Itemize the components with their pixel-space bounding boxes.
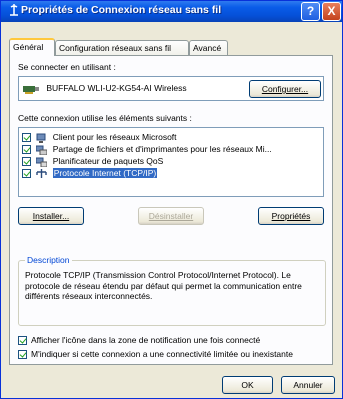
tab-wireless-networks[interactable]: Configuration réseaux sans fil [55, 40, 189, 55]
tab-advanced[interactable]: Avancé [189, 40, 228, 55]
show-icon-option[interactable]: Afficher l'icône dans la zone de notific… [18, 335, 311, 346]
properties-dialog: Propriétés de Connexion réseau sans fil … [0, 0, 343, 399]
list-item[interactable]: Client pour les réseaux Microsoft [22, 131, 177, 143]
file-printer-sharing-icon [35, 145, 48, 156]
title-bar[interactable]: Propriétés de Connexion réseau sans fil … [1, 1, 342, 22]
list-item[interactable]: Planificateur de paquets QoS [22, 155, 164, 168]
qos-scheduler-icon [35, 157, 48, 168]
install-button-label: Installer... [32, 211, 70, 221]
notify-limited-label: M'indiquer si cette connexion a une conn… [31, 349, 293, 359]
help-button[interactable]: ? [301, 2, 320, 21]
list-item-selected[interactable]: Protocole Internet (TCP/IP) [22, 167, 158, 179]
item-label: Protocole Internet (TCP/IP) [52, 168, 158, 178]
item-label: Client pour les réseaux Microsoft [52, 132, 177, 142]
properties-button[interactable]: Propriétés [258, 207, 324, 225]
uninstall-button-label: Désinstaller [148, 211, 194, 221]
show-icon-checkbox[interactable] [18, 336, 27, 345]
uninstall-button[interactable]: Désinstaller [138, 207, 204, 225]
item-label: Planificateur de paquets QoS [52, 156, 164, 166]
general-panel: Se connecter en utilisant : BUFFALO WLI-… [9, 55, 333, 365]
list-item[interactable]: Partage de fichiers et d'imprimantes pou… [22, 143, 272, 156]
description-text: Protocole TCP/IP (Transmission Control P… [25, 270, 302, 301]
description-group: Description Protocole TCP/IP (Transmissi… [18, 255, 326, 326]
configure-button[interactable]: Configurer... [249, 80, 321, 98]
network-client-icon [36, 133, 47, 143]
connect-using-label: Se connecter en utilisant : [18, 62, 116, 72]
properties-button-label: Propriétés [271, 211, 311, 221]
ok-button[interactable]: OK [222, 376, 273, 394]
cancel-button[interactable]: Annuler [281, 376, 335, 394]
network-connection-icon [6, 3, 22, 19]
notify-limited-option[interactable]: M'indiquer si cette connexion a une conn… [18, 349, 311, 360]
description-title: Description [25, 255, 72, 265]
items-label: Cette connexion utilise les éléments sui… [18, 113, 192, 123]
item-checkbox[interactable] [22, 133, 31, 143]
install-button[interactable]: Installer... [18, 207, 84, 225]
protocol-icon [36, 168, 48, 179]
item-checkbox[interactable] [22, 145, 31, 155]
dialog-title: Propriétés de Connexion réseau sans fil [21, 4, 222, 16]
item-checkbox[interactable] [22, 169, 31, 179]
components-list[interactable]: Client pour les réseaux Microsoft Partag… [18, 127, 324, 197]
adapter-name: BUFFALO WLI-U2-KG54-AI Wireless [46, 83, 187, 93]
tab-general[interactable]: Général [9, 38, 55, 56]
notify-limited-checkbox[interactable] [18, 350, 27, 359]
configure-button-label: Configurer... [261, 84, 309, 94]
item-label: Partage de fichiers et d'imprimantes pou… [52, 144, 272, 154]
network-adapter-icon [23, 84, 39, 94]
show-icon-label: Afficher l'icône dans la zone de notific… [31, 335, 261, 345]
adapter-box: BUFFALO WLI-U2-KG54-AI Wireless Configur… [18, 76, 324, 101]
close-button[interactable]: X [322, 2, 341, 21]
item-checkbox[interactable] [22, 157, 31, 167]
